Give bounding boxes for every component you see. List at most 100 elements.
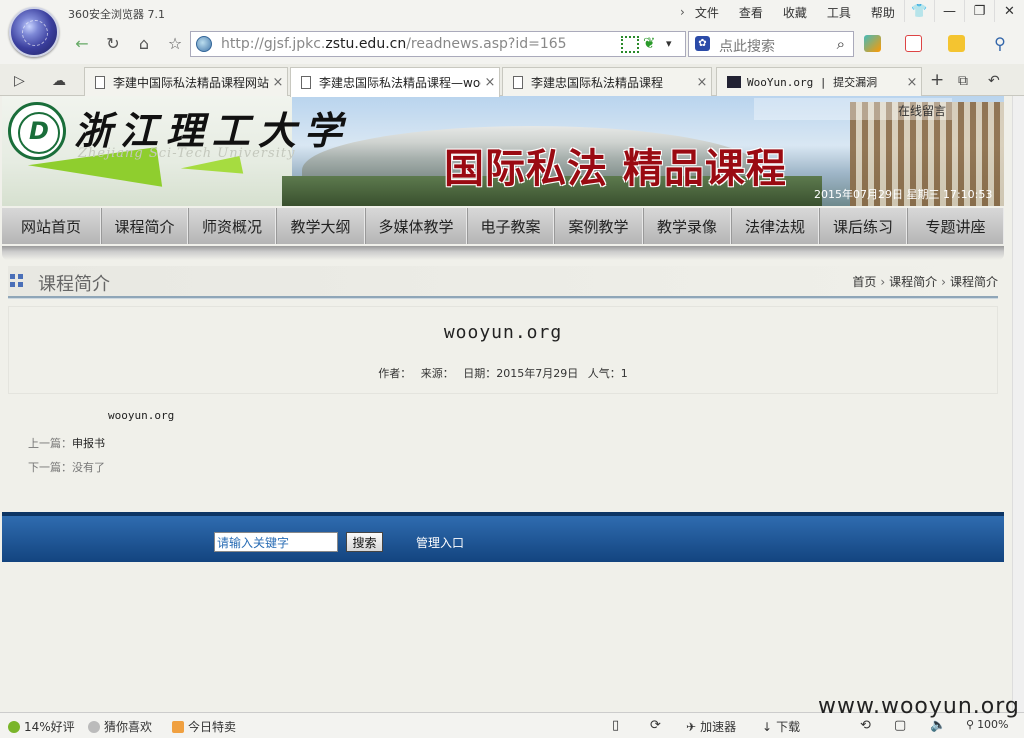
rating-icon [8, 720, 20, 733]
prev-article: 上一篇：申报书 [28, 437, 105, 450]
speaker-icon[interactable]: 🔈 [930, 718, 946, 733]
menu-favorites[interactable]: 收藏 [783, 4, 807, 21]
nav-case-teaching[interactable]: 案例教学 [554, 208, 643, 244]
tab-close-icon[interactable]: × [693, 75, 711, 90]
chevron-right-icon: › [941, 275, 946, 289]
home-icon[interactable]: ⌂ [132, 32, 156, 54]
cloud-icon[interactable]: ☁ [52, 73, 66, 89]
guestbook-link[interactable]: 在线留言 [754, 98, 952, 120]
close-button[interactable]: ✕ [994, 0, 1024, 22]
download-item[interactable]: ↓ 下载 [762, 718, 800, 735]
refresh-circle-icon[interactable]: ⟳ [650, 718, 661, 733]
new-tab-icon[interactable]: + [930, 70, 944, 90]
breadcrumb-current: 课程简介 [949, 275, 998, 289]
article-title: wooyun.org [443, 322, 563, 343]
section-title: 课程简介 [38, 274, 110, 295]
baidu-paw-icon[interactable]: ✿ [695, 36, 710, 51]
next-article: 下一篇：没有了 [28, 461, 105, 474]
breadcrumb: 首页 › 课程简介 › 课程简介 [852, 273, 998, 290]
tab-list-icon[interactable]: ⧉ [958, 73, 968, 89]
admin-link[interactable]: 管理入口 [416, 534, 464, 551]
main-nav: 网站首页 课程简介 师资概况 教学大纲 多媒体教学 电子教案 案例教学 教学录像… [2, 208, 1004, 244]
page-icon [301, 76, 311, 89]
menu-view[interactable]: 查看 [739, 4, 763, 21]
chevron-down-icon[interactable]: ▾ [666, 37, 684, 54]
site-banner: 浙江理工大学 Zhejiang Sci-Tech University 国际私法… [2, 96, 1004, 206]
nav-lectures[interactable]: 专题讲座 [907, 208, 1004, 244]
leaf-icon[interactable]: ❦ [643, 34, 661, 52]
page-icon [95, 75, 105, 89]
translate-icon[interactable] [905, 35, 922, 52]
qr-code-icon[interactable] [621, 36, 639, 53]
nav-videos[interactable]: 教学录像 [643, 208, 731, 244]
rating-item[interactable]: 14%好评 [8, 718, 75, 735]
app-title: 360安全浏览器 7.1 [68, 8, 165, 21]
refresh-icon[interactable]: ↻ [101, 32, 125, 54]
search-input[interactable]: ✿ 点此搜索 ⌕ [688, 31, 854, 57]
article-meta: 作者： 来源： 日期：2015年7月29日 人气：1 [0, 365, 1006, 381]
window-icon[interactable]: ▢ [894, 718, 906, 733]
tab-close-icon[interactable]: × [269, 75, 287, 90]
title-bar: 360安全浏览器 7.1 › 文件 查看 收藏 工具 帮助 👕 — ❐ ✕ [0, 0, 1024, 57]
magnifier-icon[interactable]: ⚲ [988, 32, 1012, 54]
wooyun-favicon [727, 76, 741, 88]
phone-icon[interactable]: ▯ [612, 718, 619, 733]
meta-views: 人气：1 [587, 367, 628, 380]
university-seal-logo [8, 102, 66, 160]
meta-source: 来源： [420, 367, 454, 380]
search-icon[interactable]: ⌕ [837, 35, 845, 53]
nav-exercises[interactable]: 课后练习 [819, 208, 907, 244]
course-title: 国际私法 精品课程 [444, 145, 787, 192]
nav-syllabus[interactable]: 教学大纲 [276, 208, 365, 244]
prev-article-link[interactable]: 申报书 [72, 437, 105, 450]
dot-icon [88, 720, 100, 733]
nav-home[interactable]: 网站首页 [2, 208, 101, 244]
back-icon[interactable]: ← [70, 32, 94, 54]
restore-button[interactable]: ❐ [964, 0, 994, 22]
nav-laws[interactable]: 法律法规 [731, 208, 819, 244]
star-icon[interactable]: ☆ [163, 32, 187, 54]
tab-close-icon[interactable]: × [481, 75, 499, 90]
accelerator-item[interactable]: ✈ 加速器 [686, 718, 736, 735]
refresh-icon[interactable]: ⟲ [860, 718, 871, 733]
tab-2-active[interactable]: 李建忠国际私法精品课程—wooyun.org × [290, 67, 500, 97]
sidebar-toggle-icon[interactable]: ▷ [14, 73, 25, 89]
apps-icon[interactable] [864, 35, 881, 52]
breadcrumb-item[interactable]: 课程简介 [889, 275, 937, 289]
university-name-en: Zhejiang Sci-Tech University [78, 146, 296, 161]
tab-bar: ▷ ☁ 李建中国际私法精品课程网站 × 李建忠国际私法精品课程—wooyun.o… [0, 64, 1024, 97]
address-input[interactable]: http://gjsf.jpkc.zstu.edu.cn/readnews.as… [190, 31, 686, 57]
nav-multimedia[interactable]: 多媒体教学 [365, 208, 467, 244]
meta-author: 作者： [378, 367, 412, 380]
breadcrumb-home[interactable]: 首页 [852, 275, 876, 289]
guess-item[interactable]: 猜你喜欢 [88, 718, 152, 735]
deals-item[interactable]: 今日特卖 [172, 718, 236, 735]
scrollbar[interactable] [1012, 96, 1024, 712]
extension-icon[interactable] [948, 35, 965, 52]
window-controls: 👕 — ❐ ✕ [904, 0, 1024, 22]
minimize-button[interactable]: — [934, 0, 964, 22]
menu-tools[interactable]: 工具 [827, 4, 851, 21]
tab-3[interactable]: 李建忠国际私法精品课程 × [502, 67, 712, 96]
menu-file[interactable]: 文件 [695, 4, 719, 21]
skin-icon[interactable]: 👕 [904, 0, 934, 22]
nav-e-lessons[interactable]: 电子教案 [467, 208, 554, 244]
zoom-level[interactable]: ⚲ 100% [966, 718, 1009, 731]
address-toolbar: ← ↻ ⌂ ☆ http://gjsf.jpkc.zstu.edu.cn/rea… [0, 26, 1024, 64]
tab-close-icon[interactable]: × [903, 75, 921, 90]
tab-1[interactable]: 李建中国际私法精品课程网站 × [84, 67, 288, 96]
tab-4[interactable]: WooYun.org | 提交漏洞 × [716, 67, 922, 96]
chevron-right-icon: › [880, 275, 886, 289]
undo-close-icon[interactable]: ↶ [988, 73, 1000, 89]
url-text[interactable]: http://gjsf.jpkc.zstu.edu.cn/readnews.as… [221, 36, 567, 52]
nav-faculty[interactable]: 师资概况 [188, 208, 276, 244]
keyword-input[interactable] [214, 532, 338, 552]
site-footer: 搜索 管理入口 [2, 512, 1004, 562]
globe-icon [196, 36, 212, 52]
current-datetime: 2015年07月29日 星期三 17:10:53 [814, 188, 993, 201]
chevron-right-icon[interactable]: › [680, 5, 685, 19]
search-button[interactable]: 搜索 [346, 532, 383, 552]
menu-help[interactable]: 帮助 [871, 4, 895, 21]
browser-logo[interactable] [9, 7, 59, 57]
nav-course-intro[interactable]: 课程简介 [101, 208, 188, 244]
